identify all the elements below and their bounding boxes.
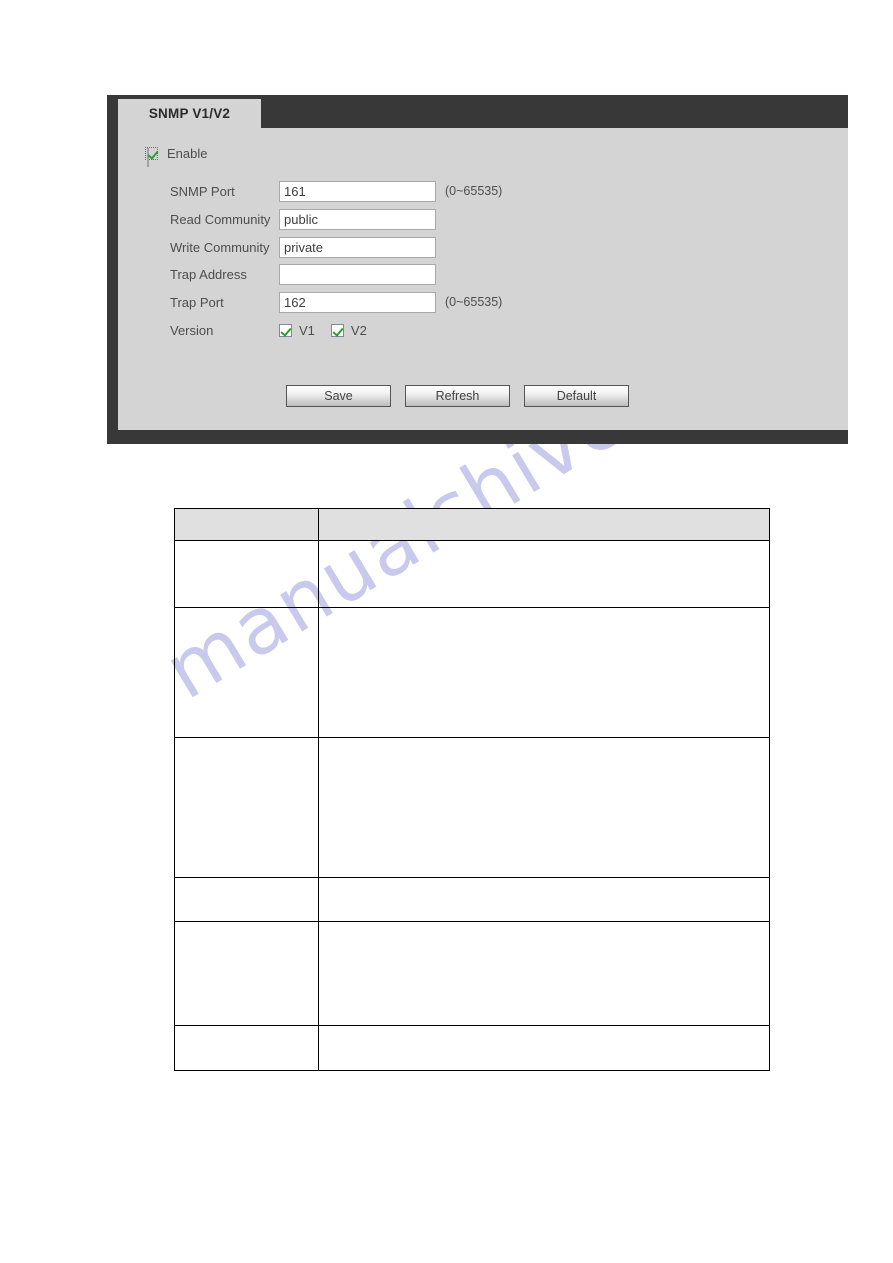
refresh-button[interactable]: Refresh	[405, 385, 510, 407]
field-row-read-community: Read Community	[145, 206, 445, 232]
checkmark-icon	[147, 148, 149, 167]
save-button[interactable]: Save	[286, 385, 391, 407]
table-body	[173, 540, 770, 1071]
field-row-write-community: Write Community	[145, 234, 445, 260]
panel-body: Enable SNMP Port (0~65535) Read Communit…	[118, 128, 848, 430]
table-cell-parameter	[173, 607, 320, 738]
snmp-settings-panel: SNMP V1/V2 Enable SNMP Port (0~65535) Re…	[107, 95, 848, 444]
table-row	[173, 737, 770, 878]
version-v2-checkbox[interactable]	[330, 323, 344, 337]
version-v2-label: V2	[350, 322, 367, 338]
table-row	[173, 921, 770, 1026]
table-row	[173, 1025, 770, 1071]
table-header-row	[173, 508, 770, 541]
table-cell-parameter	[173, 1025, 320, 1071]
label-write-community: Write Community	[170, 239, 270, 255]
table-cell-description	[318, 737, 770, 878]
panel-header-bar: SNMP V1/V2	[118, 95, 848, 128]
table-cell-description	[318, 1025, 770, 1071]
label-read-community: Read Community	[170, 211, 271, 227]
label-trap-port: Trap Port	[170, 294, 224, 310]
trap-address-input[interactable]	[279, 263, 436, 285]
hint-trap-port: (0~65535)	[445, 295, 503, 309]
read-community-input[interactable]	[279, 208, 436, 230]
version-options: V1 V2	[279, 323, 376, 338]
enable-row: Enable	[145, 146, 208, 167]
version-v1-checkbox[interactable]	[279, 323, 292, 337]
enable-label: Enable	[167, 146, 208, 161]
write-community-input[interactable]	[279, 236, 436, 258]
field-row-version: Version V1 V2	[145, 317, 376, 343]
tab-snmp-v1-v2[interactable]: SNMP V1/V2	[118, 99, 261, 128]
table-row	[173, 607, 770, 738]
table-cell-description	[318, 921, 770, 1026]
button-row: Save Refresh Default	[286, 385, 629, 407]
label-snmp-port: SNMP Port	[170, 183, 235, 199]
field-row-snmp-port: SNMP Port (0~65535)	[145, 178, 502, 204]
table-header-description	[318, 508, 770, 541]
table-cell-parameter	[173, 540, 320, 608]
table-cell-parameter	[173, 737, 320, 878]
parameter-description-table	[173, 508, 770, 1071]
table-cell-parameter	[173, 921, 320, 1026]
table-cell-parameter	[173, 877, 320, 922]
table-cell-description	[318, 877, 770, 922]
version-v1-label: V1	[299, 322, 315, 338]
table-row	[173, 877, 770, 922]
label-trap-address: Trap Address	[170, 266, 247, 282]
snmp-port-input[interactable]	[279, 180, 436, 202]
field-row-trap-address: Trap Address	[145, 261, 445, 287]
enable-checkbox[interactable]	[145, 147, 158, 167]
trap-port-input[interactable]	[279, 291, 436, 313]
table-row	[173, 540, 770, 608]
default-button[interactable]: Default	[524, 385, 629, 407]
table-cell-description	[318, 607, 770, 738]
field-row-trap-port: Trap Port (0~65535)	[145, 289, 502, 315]
table-header-parameter	[173, 508, 320, 541]
label-version: Version	[170, 322, 214, 338]
table-cell-description	[318, 540, 770, 608]
hint-snmp-port: (0~65535)	[445, 184, 503, 198]
